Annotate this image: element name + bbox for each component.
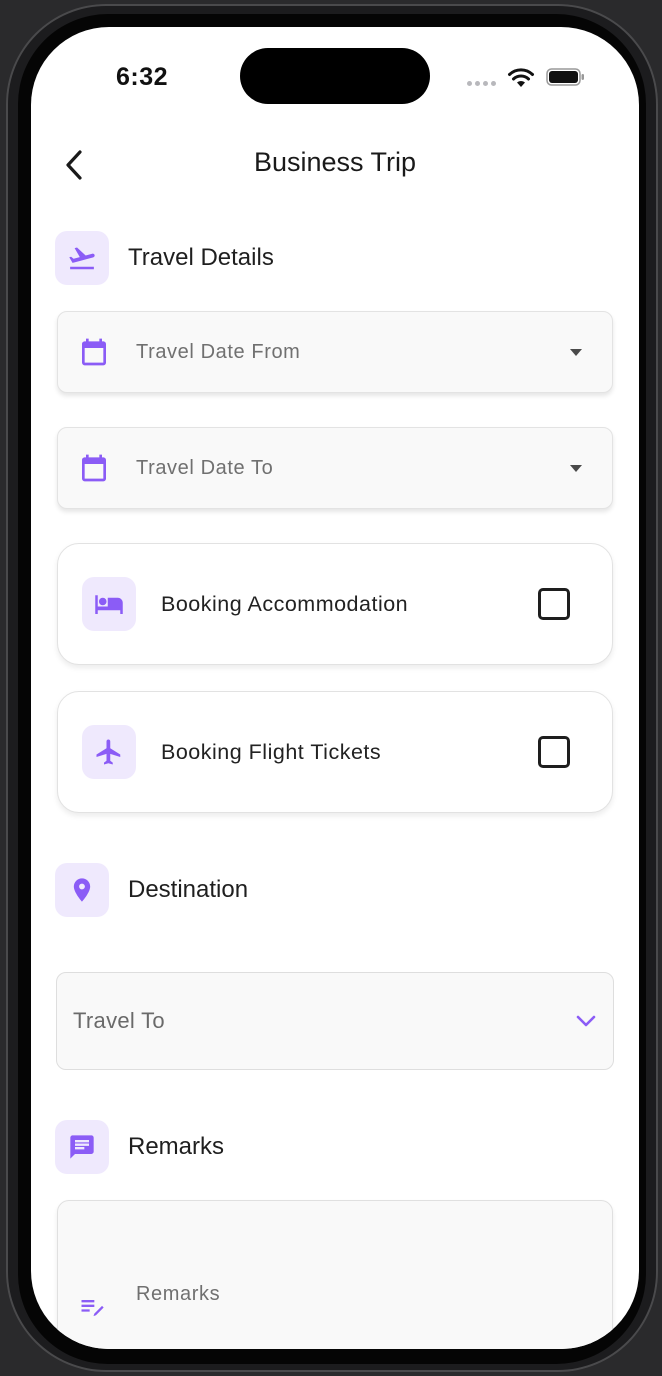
- dropdown-caret-icon: [570, 464, 582, 472]
- section-destination: Destination: [55, 863, 248, 917]
- edit-note-icon: [81, 1300, 104, 1317]
- airplane-icon: [82, 725, 136, 779]
- travel-date-to-label: Travel Date To: [136, 456, 274, 479]
- section-travel-details: Travel Details: [55, 231, 274, 285]
- remarks-input[interactable]: [136, 1283, 576, 1306]
- dynamic-island: [240, 48, 430, 104]
- travel-to-select[interactable]: Travel To: [56, 972, 614, 1070]
- section-title: Remarks: [128, 1133, 225, 1160]
- calendar-icon: [82, 454, 106, 482]
- dropdown-caret-icon: [570, 348, 582, 356]
- bed-icon: [82, 577, 136, 631]
- booking-accommodation-card[interactable]: Booking Accommodation: [57, 543, 613, 665]
- page-title: Business Trip: [253, 147, 417, 177]
- booking-accommodation-checkbox[interactable]: [538, 588, 570, 620]
- location-pin-icon: [55, 863, 109, 917]
- app-screen: 6:32 Business Trip Travel Details Travel…: [31, 27, 639, 1349]
- section-remarks: Remarks: [55, 1120, 224, 1174]
- travel-date-from-dropdown[interactable]: Travel Date From: [57, 311, 613, 393]
- flight-takeoff-icon: [55, 231, 109, 285]
- booking-flight-card[interactable]: Booking Flight Tickets: [57, 691, 613, 813]
- travel-to-placeholder: Travel To: [73, 1008, 165, 1033]
- cellular-signal-icon: [467, 81, 496, 86]
- travel-date-to-dropdown[interactable]: Travel Date To: [57, 427, 613, 509]
- battery-icon: [546, 68, 584, 86]
- remarks-textarea[interactable]: [57, 1200, 613, 1349]
- booking-accommodation-label: Booking Accommodation: [161, 591, 409, 616]
- section-title: Destination: [128, 876, 249, 903]
- chat-message-icon: [55, 1120, 109, 1174]
- calendar-icon: [82, 338, 106, 366]
- wifi-icon: [508, 68, 534, 87]
- booking-flight-checkbox[interactable]: [538, 736, 570, 768]
- travel-date-from-label: Travel Date From: [136, 340, 301, 363]
- status-time: 6:32: [116, 63, 169, 91]
- booking-flight-label: Booking Flight Tickets: [161, 739, 382, 764]
- chevron-down-icon: [576, 1015, 596, 1027]
- section-title: Travel Details: [128, 244, 274, 271]
